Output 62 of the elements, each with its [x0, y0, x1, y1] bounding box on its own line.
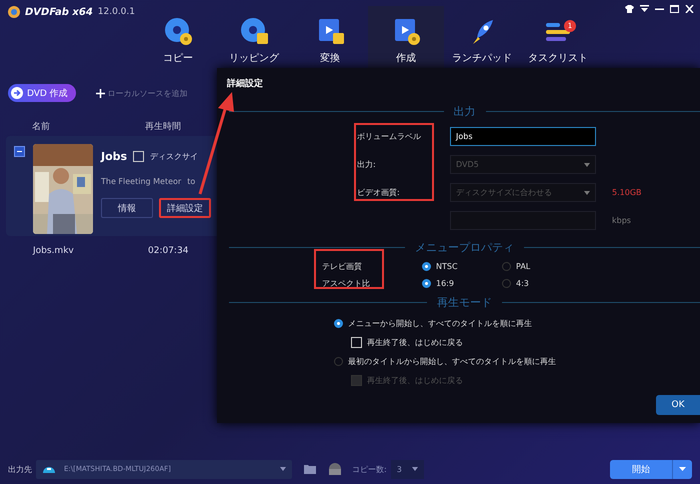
maximize-icon[interactable]	[670, 5, 679, 13]
shirt-icon[interactable]	[625, 5, 634, 13]
arrow-right-icon	[11, 87, 23, 99]
radio-option[interactable]: 最初のタイトルから開始し、すべてのタイトルを順に再生	[334, 356, 700, 367]
column-header: 名前	[32, 120, 51, 130]
text-field[interactable]: Jobs	[450, 127, 596, 146]
nav-tab[interactable]: ランチパッド	[444, 6, 520, 68]
app-logo: DVDFab x64	[25, 6, 93, 18]
section-heading: 出力	[454, 104, 476, 119]
nav-tab[interactable]: 変換	[292, 6, 368, 68]
section-heading: メニュープロパティ	[415, 240, 514, 255]
start-menu-button[interactable]	[672, 460, 692, 478]
subtitle-track[interactable]: to	[187, 177, 196, 186]
dialog-title: 詳細設定	[226, 77, 264, 90]
folder-icon[interactable]	[304, 464, 316, 474]
field-label: アスペクト比	[322, 278, 371, 289]
logo-icon	[8, 6, 20, 18]
section-heading: 再生モード	[437, 295, 492, 310]
field-label: 出力:	[357, 159, 377, 170]
field-label: テレビ画質	[322, 261, 363, 272]
output-label: 出力先	[8, 464, 32, 474]
audio-track[interactable]: The Fleeting Meteor	[101, 177, 182, 186]
disc-size-label: ディスクサイ	[150, 151, 198, 162]
collapse-toggle[interactable]	[14, 146, 25, 157]
settings-button[interactable]: 詳細設定	[159, 198, 211, 218]
unit-label: kbps	[611, 216, 632, 225]
field-label: ビデオ画質:	[357, 187, 401, 198]
dropdown-icon[interactable]	[640, 5, 649, 13]
radio-option[interactable]: 16:9	[422, 279, 502, 288]
ok-button[interactable]: OK	[656, 395, 700, 415]
radio-option[interactable]: メニューから開始し、すべてのタイトルを順に再生	[334, 318, 700, 329]
nav-tab[interactable]: リッピング	[216, 6, 292, 68]
size-label: 5.10GB	[611, 188, 642, 197]
drive-icon	[42, 464, 56, 474]
duration: 02:07:34	[148, 246, 188, 256]
disc-icon	[163, 16, 193, 46]
field-label: ボリュームラベル	[357, 131, 422, 142]
radio-option[interactable]: PAL	[502, 262, 562, 271]
copies-label: コピー数:	[352, 464, 387, 474]
caret-icon	[584, 162, 590, 166]
plus-icon	[96, 88, 105, 98]
caret-icon	[584, 190, 590, 194]
add-source-link[interactable]: ローカルソースを追加	[96, 88, 188, 98]
start-button[interactable]: 開始	[610, 460, 672, 478]
version-label: 12.0.0.1	[98, 7, 135, 17]
copies-select[interactable]: 3	[390, 460, 424, 478]
title-name: Jobs	[101, 150, 128, 163]
checkbox-option[interactable]: 再生終了後、はじめに戻る	[351, 337, 700, 348]
caret-icon	[280, 467, 286, 471]
file-name: Jobs.mkv	[33, 246, 75, 256]
disc-film-icon	[239, 16, 269, 46]
column-header: 再生時間	[145, 120, 182, 130]
radio-option[interactable]: NTSC	[422, 262, 502, 271]
info-button[interactable]: 情報	[101, 198, 153, 218]
nav-tab[interactable]: コピー	[140, 6, 216, 68]
radio-option[interactable]: 4:3	[502, 279, 562, 288]
mode-button[interactable]: DVD 作成	[8, 84, 76, 102]
caret-icon	[679, 467, 686, 471]
caret-icon	[412, 467, 418, 471]
close-icon[interactable]	[685, 5, 694, 13]
disc-size-checkbox[interactable]	[133, 151, 144, 162]
nav-tab[interactable]: 作成	[368, 6, 444, 68]
